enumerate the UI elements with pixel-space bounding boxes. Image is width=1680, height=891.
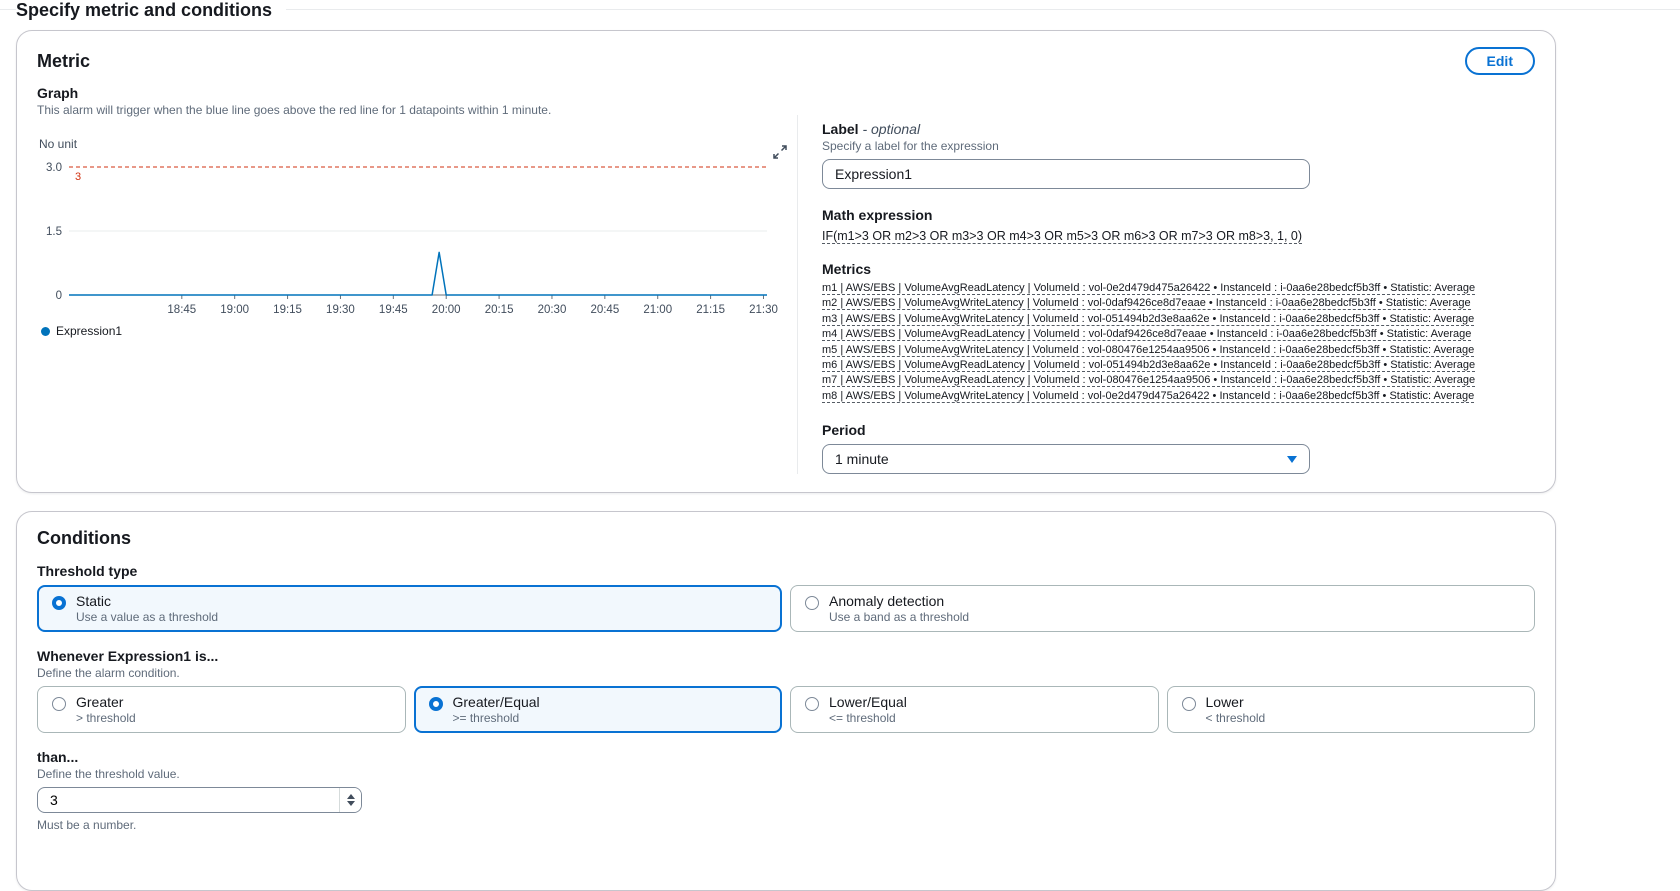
threshold-validation-note: Must be a number. [37, 818, 137, 833]
svg-text:1.5: 1.5 [46, 226, 62, 238]
whenever-label: Whenever Expression1 is... [37, 648, 219, 665]
svg-text:18:45: 18:45 [167, 304, 196, 316]
svg-text:19:15: 19:15 [273, 304, 302, 316]
graph-panel: Graph This alarm will trigger when the b… [37, 81, 797, 474]
tile-lower-equal[interactable]: Lower/Equal <= threshold [790, 686, 1159, 734]
radio-lower-icon[interactable] [1181, 697, 1196, 712]
svg-text:20:00: 20:00 [432, 304, 461, 316]
metric-chart-area: No unit 3.0 1.5 0 18:45 19:00 19:15 19:30 19:45… [37, 137, 797, 338]
metric-row: m2 | AWS/EBS | VolumeAvgWriteLatency | V… [822, 297, 1471, 311]
conditions-card-title: Conditions [37, 528, 131, 549]
page-title: Specify metric and conditions [16, 0, 287, 20]
unit-label: No unit [39, 137, 78, 151]
tile-static[interactable]: Static Use a value as a threshold [37, 585, 782, 633]
metric-row: m5 | AWS/EBS | VolumeAvgWriteLatency | V… [822, 343, 1475, 357]
metric-row: m4 | AWS/EBS | VolumeAvgReadLatency | Vo… [822, 328, 1472, 342]
threshold-value-input[interactable] [37, 787, 362, 814]
label-optional-suffix: - optional [862, 121, 921, 137]
radio-static-icon[interactable] [52, 596, 66, 611]
expression-label-input[interactable] [822, 159, 1310, 189]
metric-row: m6 | AWS/EBS | VolumeAvgReadLatency | Vo… [822, 359, 1476, 373]
legend-label: Expression1 [56, 324, 123, 338]
metric-row: m1 | AWS/EBS | VolumeAvgReadLatency | Vo… [822, 282, 1476, 295]
metric-row: m3 | AWS/EBS | VolumeAvgWriteLatency | V… [822, 312, 1475, 326]
legend-dot-icon [41, 326, 50, 336]
label-field-hint: Specify a label for the expression [822, 139, 999, 153]
svg-text:3.0: 3.0 [46, 162, 62, 174]
graph-description: This alarm will trigger when the blue li… [37, 103, 552, 117]
radio-greater-equal-icon[interactable] [428, 697, 443, 712]
radio-greater-icon[interactable] [52, 697, 66, 712]
number-stepper[interactable] [339, 788, 361, 813]
whenever-hint: Define the alarm condition. [37, 666, 180, 681]
period-value: 1 minute [835, 451, 889, 468]
graph-section-label: Graph [37, 85, 79, 101]
tile-anomaly-detection[interactable]: Anomaly detection Use a band as a thresh… [790, 585, 1535, 633]
metric-chart: 3.0 1.5 0 18:45 19:00 19:15 19:30 19:45 20:00 20:… [46, 162, 778, 316]
svg-text:21:15: 21:15 [696, 304, 725, 316]
svg-text:21:30: 21:30 [749, 304, 778, 316]
stepper-down-icon[interactable] [346, 801, 355, 807]
chart-legend: Expression1 [41, 324, 797, 338]
stepper-up-icon[interactable] [346, 794, 355, 800]
radio-lower-equal-icon[interactable] [805, 697, 819, 712]
svg-text:19:30: 19:30 [326, 304, 355, 316]
than-hint: Define the threshold value. [37, 767, 180, 782]
svg-text:20:15: 20:15 [485, 304, 514, 316]
svg-text:21:00: 21:00 [643, 304, 672, 316]
svg-text:3: 3 [75, 171, 81, 183]
label-field-label: Label [822, 121, 859, 137]
svg-text:20:30: 20:30 [538, 304, 567, 316]
svg-text:19:00: 19:00 [220, 304, 249, 316]
tile-greater[interactable]: Greater > threshold [37, 686, 406, 734]
math-expression-label: Math expression [822, 207, 933, 223]
than-label: than... [37, 749, 79, 766]
expand-icon[interactable] [771, 143, 789, 164]
metric-card-title: Metric [37, 50, 91, 71]
conditions-card: Conditions Threshold type Static Use a v… [16, 511, 1556, 891]
main-content: Metric Edit Graph This alarm will trigge… [16, 30, 1556, 891]
metrics-label: Metrics [822, 261, 872, 277]
svg-text:19:45: 19:45 [379, 304, 408, 316]
svg-text:20:45: 20:45 [590, 304, 619, 316]
radio-anomaly-icon[interactable] [805, 596, 819, 611]
svg-text:0: 0 [56, 290, 62, 302]
metrics-list: m1 | AWS/EBS | VolumeAvgReadLatency | Vo… [822, 281, 1535, 404]
tile-lower[interactable]: Lower < threshold [1166, 686, 1535, 734]
period-label: Period [822, 422, 866, 439]
threshold-type-label: Threshold type [37, 563, 138, 580]
period-select[interactable]: 1 minute [822, 444, 1310, 475]
metric-card: Metric Edit Graph This alarm will trigge… [16, 30, 1556, 494]
edit-button[interactable]: Edit [1464, 47, 1535, 75]
expression-panel: Label - optional Specify a label for the… [798, 81, 1535, 475]
metric-row: m7 | AWS/EBS | VolumeAvgReadLatency | Vo… [822, 374, 1476, 388]
math-expression-value: IF(m1>3 OR m2>3 OR m3>3 OR m4>3 OR m5>3 … [822, 229, 1303, 244]
tile-greater-equal[interactable]: Greater/Equal >= threshold [413, 686, 782, 734]
metric-row: m8 | AWS/EBS | VolumeAvgWriteLatency | V… [822, 389, 1475, 403]
chevron-down-icon [1287, 455, 1297, 463]
